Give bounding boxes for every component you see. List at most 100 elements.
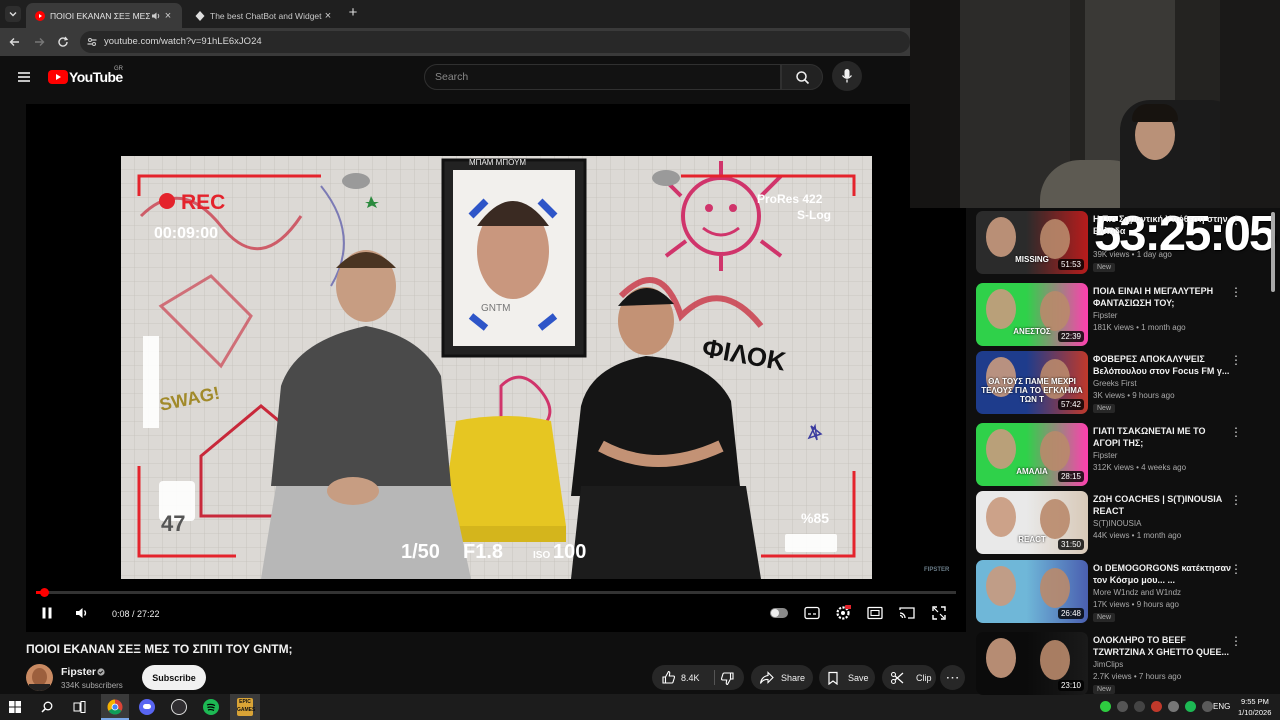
recommended-video[interactable]: 26:48 Οι DEMOGORGONS κατέκτησαν τον Κόσμο… (976, 560, 1266, 626)
more-icon[interactable]: ⋮ (1230, 285, 1242, 299)
search-icon (796, 71, 810, 85)
volume-icon[interactable] (74, 605, 90, 621)
video-frame[interactable]: ΦΙΛΟΚ SWAG! ΜΠΑΜ ΜΠΟΥΜ GNTM REC 00:09:00… (121, 156, 872, 579)
tab-search-button[interactable] (5, 6, 21, 22)
iso-value: 100 (553, 541, 586, 563)
search-input[interactable]: Search (424, 64, 781, 90)
voice-search-button[interactable] (832, 61, 862, 91)
save-button[interactable]: Save (819, 665, 875, 690)
obs-icon[interactable] (171, 699, 187, 715)
recommended-video[interactable]: ΑΜΑΛΙΑ 28:15 ΓΙΑΤΙ ΤΣΑΚΩΝΕΤΑΙ ΜΕ ΤΟ ΑΓΟΡΙ … (976, 423, 1266, 489)
subscribe-button[interactable]: Subscribe (142, 665, 206, 690)
settings-icon[interactable] (835, 605, 851, 621)
recommended-video[interactable]: ΑΝΕΣΤΟΣ 22:39 ΠΟΙΑ ΕΙΝΑΙ Η ΜΕΓΑΛΥΤΕΡΗ ΦΑΝΤ… (976, 283, 1266, 349)
tray-app-icon[interactable] (1202, 701, 1213, 712)
recommended-video-title[interactable]: ΠΟΙΑ ΕΙΝΑΙ Η ΜΕΓΑΛΥΤΕΡΗ ΦΑΝΤΑΣΙΩΣΗ ΤΟΥ; (1093, 285, 1233, 309)
scrubber-handle[interactable] (40, 588, 49, 597)
video-thumbnail[interactable]: MISSING 51:53 (976, 211, 1088, 274)
task-view-icon[interactable] (73, 701, 86, 713)
forward-icon[interactable] (32, 35, 46, 49)
discord-icon[interactable] (139, 699, 155, 715)
miniplayer-icon[interactable] (867, 606, 883, 620)
recommended-video-title[interactable]: ΓΙΑΤΙ ΤΣΑΚΩΝΕΤΑΙ ΜΕ ΤΟ ΑΓΟΡΙ ΤΗΣ; (1093, 425, 1233, 449)
more-icon[interactable]: ⋮ (1230, 493, 1242, 507)
more-icon[interactable]: ⋮ (1230, 213, 1242, 227)
share-button[interactable]: Share (751, 665, 813, 690)
tray-app-icon[interactable] (1151, 701, 1162, 712)
browser-tab-youtube[interactable]: ΠΟΙΟΙ ΕΚΑΝΑΝ ΣΕΞ ΜΕΣ ΤΟ × (26, 3, 182, 28)
plus-icon[interactable]: + (346, 5, 360, 21)
recommended-video[interactable]: MISSING 51:53 Η Πιο Σημαντική Υπόθεση στην… (976, 211, 1266, 277)
recommended-video-title[interactable]: ΖΩΗ COACHES | S(T)INOUSIA REACT (1093, 493, 1233, 517)
recommended-meta: 3K views • 9 hours ago (1093, 391, 1175, 400)
recommended-channel[interactable]: More W1ndz and W1ndz (1093, 588, 1181, 597)
sidebar-scrollbar[interactable] (1271, 212, 1275, 292)
video-player[interactable]: ΦΙΛΟΚ SWAG! ΜΠΑΜ ΜΠΟΥΜ GNTM REC 00:09:00… (26, 104, 966, 632)
more-actions-button[interactable]: ⋯ (940, 665, 965, 690)
recommended-channel[interactable]: Greeks First (1093, 379, 1137, 388)
tray-app-icon[interactable] (1185, 701, 1196, 712)
more-icon[interactable]: ⋮ (1230, 562, 1242, 576)
tray-app-icon[interactable] (1134, 701, 1145, 712)
tray-app-icon[interactable] (1100, 701, 1111, 712)
search-button[interactable] (781, 64, 823, 90)
recommended-video-title[interactable]: Οι DEMOGORGONS κατέκτησαν τον Κόσμο μου.… (1093, 562, 1233, 586)
recommended-video-title[interactable]: ΟΛΟΚΛΗΡΟ ΤΟ BEEF TZWRTZINA X GHETTO QUEE… (1093, 634, 1233, 658)
clip-button[interactable]: Clip (882, 665, 936, 690)
video-thumbnail[interactable]: REACT 31:50 (976, 491, 1088, 554)
language-indicator[interactable]: ENG (1213, 702, 1230, 711)
spotify-icon[interactable] (203, 699, 219, 715)
video-thumbnail[interactable]: ΑΜΑΛΙΑ 28:15 (976, 423, 1088, 486)
speaker-icon[interactable] (150, 10, 162, 22)
video-thumbnail[interactable]: ΑΝΕΣΤΟΣ 22:39 (976, 283, 1088, 346)
tray-app-icon[interactable] (1117, 701, 1128, 712)
video-thumbnail[interactable]: ΘΑ ΤΟΥΣ ΠΑΜΕ ΜΕΧΡΙ ΤΕΛΟΥΣ ΓΙΑ ΤΟ ΕΓΚΛΗΜΑ… (976, 351, 1088, 414)
recommended-channel[interactable]: Fipster (1093, 451, 1117, 460)
recommended-video[interactable]: ΘΑ ΤΟΥΣ ΠΑΜΕ ΜΕΧΡΙ ΤΕΛΟΥΣ ΓΙΑ ΤΟ ΕΓΚΛΗΜΑ… (976, 351, 1266, 417)
cast-icon[interactable] (899, 606, 915, 620)
recommended-channel[interactable]: Fipster (1093, 311, 1117, 320)
channel-name[interactable]: Fipster (61, 666, 96, 678)
like-button[interactable]: 8.4K (652, 665, 712, 690)
pause-icon[interactable] (40, 606, 54, 620)
recommended-video-title[interactable]: Η Πιο Σημαντική Υπόθεση στην Ελλάδα (1093, 213, 1233, 237)
close-icon[interactable]: × (162, 10, 174, 22)
more-icon[interactable]: ⋮ (1230, 634, 1242, 648)
recommended-channel[interactable]: JimClips (1093, 660, 1123, 669)
clock-date[interactable]: 1/10/2026 (1238, 708, 1271, 717)
site-info-icon[interactable] (86, 36, 98, 48)
captions-icon[interactable] (804, 606, 820, 620)
recommended-video-title[interactable]: ΦΟΒΕΡΕΣ ΑΠΟΚΑΛΥΨΕΙΣ Βελόπουλου στον Focu… (1093, 353, 1233, 377)
video-thumbnail[interactable]: 26:48 (976, 560, 1088, 623)
clock-time[interactable]: 9:55 PM (1241, 697, 1269, 706)
recommended-video[interactable]: REACT 31:50 ΖΩΗ COACHES | S(T)INOUSIA REAC… (976, 491, 1266, 557)
more-icon[interactable]: ⋮ (1230, 353, 1242, 367)
fullscreen-icon[interactable] (932, 606, 946, 620)
poster-header-text: ΜΠΑΜ ΜΠΟΥΜ (469, 158, 526, 167)
menu-icon[interactable] (16, 69, 32, 85)
windows-start-icon[interactable] (9, 701, 21, 713)
autoplay-toggle-icon[interactable] (770, 608, 788, 618)
back-icon[interactable] (8, 35, 22, 49)
taskbar-chrome[interactable] (101, 694, 129, 720)
reload-icon[interactable] (56, 35, 70, 49)
address-bar[interactable]: youtube.com/watch?v=91hLE6xJO24 (80, 31, 910, 53)
video-thumbnail[interactable]: 23:10 (976, 632, 1088, 695)
close-icon[interactable]: × (322, 10, 334, 22)
taskbar-search-icon[interactable] (41, 701, 53, 713)
avatar[interactable] (26, 664, 53, 691)
video-duration: 22:39 (1057, 331, 1084, 342)
browser-toolbar: youtube.com/watch?v=91hLE6xJO24 (0, 28, 910, 56)
more-icon[interactable]: ⋮ (1230, 425, 1242, 439)
taskbar-epic[interactable]: EPIC GAMES (230, 694, 260, 720)
youtube-logo[interactable]: YouTube GR (48, 66, 128, 88)
search-placeholder: Search (435, 71, 469, 83)
tray-app-icon[interactable] (1168, 701, 1179, 712)
progress-bar[interactable] (36, 588, 956, 597)
share-label: Share (781, 672, 806, 683)
recommended-channel[interactable]: S(T)INOUSIA (1093, 519, 1141, 528)
clip-label: Clip (916, 672, 932, 683)
recommended-video[interactable]: 23:10 ΟΛΟΚΛΗΡΟ ΤΟ BEEF TZWRTZINA X GHETTO… (976, 632, 1266, 698)
dislike-icon[interactable] (720, 671, 735, 686)
browser-tab-chatbot[interactable]: The best ChatBot and Widgets f × (186, 3, 342, 28)
